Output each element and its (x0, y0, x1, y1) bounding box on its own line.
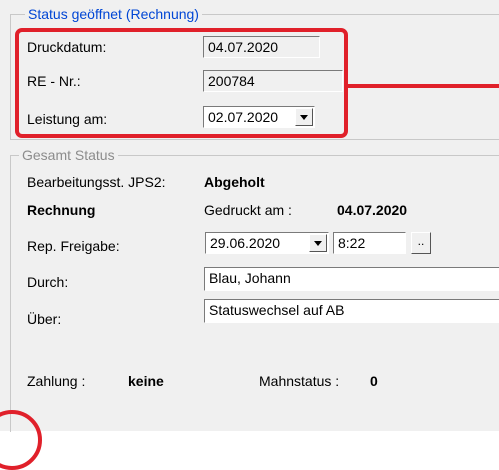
bearbeitung-value: Abgeholt (204, 174, 265, 190)
freigabe-ellipsis-button[interactable]: .. (411, 232, 431, 254)
mahnstatus-value: 0 (370, 373, 378, 389)
ueber-field[interactable]: Statuswechsel auf AB (204, 299, 499, 323)
freigabe-date-picker[interactable]: 29.06.2020 (205, 232, 329, 254)
status-group-title: Status geöffnet (Rechnung) (25, 5, 202, 23)
durch-field[interactable]: Blau, Johann (204, 267, 499, 291)
chevron-down-icon (314, 240, 322, 246)
zahlung-value: keine (128, 373, 164, 389)
highlight-box (15, 28, 348, 138)
freigabe-label: Rep. Freigabe: (27, 238, 120, 254)
gedruckt-label: Gedruckt am : (204, 202, 292, 218)
zahlung-label: Zahlung : (27, 373, 86, 389)
freigabe-date-value: 29.06.2020 (210, 235, 281, 251)
ueber-value: Statuswechsel auf AB (209, 302, 345, 318)
freigabe-time-field[interactable]: 8:22 (333, 232, 406, 254)
freigabe-dropdown-button[interactable] (309, 234, 327, 252)
rechnung-label: Rechnung (27, 202, 96, 218)
durch-value: Blau, Johann (209, 270, 291, 286)
mahnstatus-label: Mahnstatus : (259, 373, 340, 389)
bearbeitung-label: Bearbeitungsst. JPS2: (27, 174, 166, 190)
status-panel: Status geöffnet (Rechnung) Druckdatum: 0… (0, 0, 499, 470)
durch-label: Durch: (27, 274, 69, 290)
gesamt-group-title: Gesamt Status (19, 146, 118, 164)
gesamt-groupbox: Gesamt Status (10, 146, 499, 432)
gedruckt-value: 04.07.2020 (337, 202, 408, 218)
freigabe-time-value: 8:22 (338, 235, 366, 251)
ueber-label: Über: (27, 311, 62, 327)
highlight-connector (348, 84, 499, 88)
